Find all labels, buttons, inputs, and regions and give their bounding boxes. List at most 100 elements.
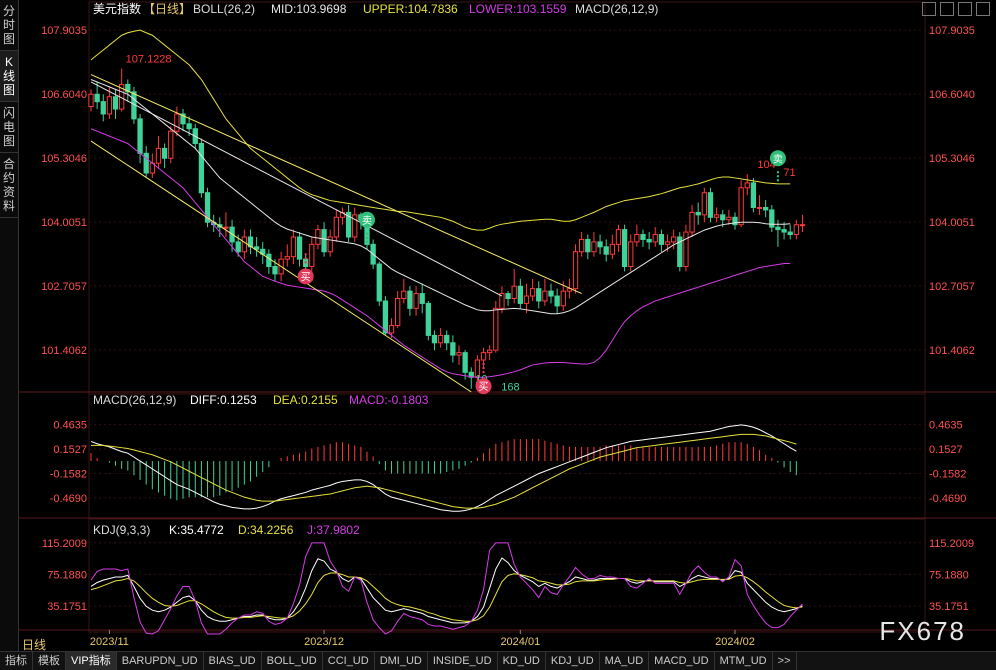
bottom-tab-5[interactable]: BOLL_UD [262, 652, 323, 670]
bottom-tab-8[interactable]: INSIDE_UD [428, 652, 498, 670]
main-ytick-left-5: 101.4062 [41, 345, 87, 357]
x-tick-2: 2024/01 [500, 636, 540, 648]
signal-arrow-dot [304, 257, 307, 260]
kdj-ytick-left-1: 75.1880 [47, 569, 87, 581]
candle-body [333, 216, 339, 238]
signal-arrow-dot [482, 362, 485, 366]
bottom-tab-6[interactable]: CCI_UD [323, 652, 375, 670]
candle-body [425, 302, 431, 336]
main-ytick-right-2: 105.3046 [929, 153, 975, 165]
signal-arrow-dot [776, 171, 780, 174]
candle-body [750, 182, 757, 208]
candle-body [309, 243, 315, 268]
bottom-tab-2[interactable]: VIP指标 [66, 652, 117, 670]
candle-body [628, 241, 634, 268]
main-legend-4: MACD(26,12,9) [575, 2, 658, 16]
left-rail: 分时图K线图闪电图合约资料 [0, 0, 19, 651]
macd-ytick-right-3: -0.4690 [929, 493, 966, 505]
macd-legend-1: DIFF:0.1253 [190, 393, 257, 407]
candle-body [241, 236, 247, 253]
chart-area[interactable]: 107.9035 107.9035 106.6040 106.6040 105.3046… [19, 0, 996, 651]
rail-tab-3[interactable]: 合约资料 [0, 153, 18, 218]
main-period: 【日线】 [143, 2, 191, 16]
expand-icon[interactable] [922, 2, 936, 16]
main-ytick-right-0: 107.9035 [929, 25, 975, 37]
candle-body [456, 352, 462, 356]
signal-arrow-dot [365, 236, 369, 239]
signal-arrow-dot [365, 240, 369, 243]
bottom-tab-13[interactable]: MTM_UD [715, 652, 773, 670]
candle-body [720, 214, 726, 221]
grid-icon[interactable] [940, 2, 954, 16]
signal-arrow-dot [482, 370, 485, 374]
candle-body [695, 211, 701, 216]
kdj-ytick-right-0: 115.2009 [929, 538, 974, 550]
bottom-tab-0[interactable]: 指标 [0, 652, 33, 670]
candle-body [732, 216, 738, 226]
candle-body [621, 229, 628, 268]
macd-ytick-left-3: -0.4690 [50, 493, 87, 505]
bottom-tab-1[interactable]: 模板 [33, 652, 66, 670]
kdj-ytick-left-2: 35.1751 [47, 601, 87, 613]
x-tick-0: 2023/11 [90, 636, 129, 648]
candle-body [756, 206, 763, 209]
bottom-tab-9[interactable]: KD_UD [498, 652, 546, 670]
candle-body [395, 298, 401, 327]
rail-tab-1[interactable]: K线图 [0, 51, 18, 102]
candle-body [487, 349, 493, 354]
bottom-tab-3[interactable]: BARUPDN_UD [117, 652, 204, 670]
main-ytick-right-5: 101.4062 [929, 345, 975, 357]
rail-tab-0[interactable]: 分时图 [0, 0, 18, 51]
signal-arrow-dot [304, 261, 307, 264]
main-panel [88, 1, 926, 395]
candle-body [683, 231, 689, 268]
kdj-ytick-left-0: 115.2009 [42, 538, 87, 550]
macd-legend-0: MACD(26,12,9) [93, 393, 176, 407]
candle-body [174, 113, 180, 132]
candle-body [143, 152, 149, 174]
candle-body [609, 243, 615, 255]
candle-body [787, 231, 793, 236]
candle-body [579, 238, 585, 253]
annotation-suffix-1: 168 [501, 382, 519, 394]
candle-body [100, 101, 106, 115]
kdj-ytick-right-2: 35.1751 [929, 601, 969, 613]
main-legend-1: MID:103.9698 [271, 2, 347, 16]
candle-body [744, 182, 750, 189]
trendline-1 [90, 81, 503, 297]
candle-body [419, 293, 425, 304]
candle-body [529, 288, 536, 297]
candle-body [554, 295, 560, 307]
macd-ytick-left-1: 0.1527 [53, 444, 87, 456]
bottom-tab-4[interactable]: BIAS_UD [204, 652, 262, 670]
candle-body [444, 334, 450, 344]
window-icon[interactable] [958, 2, 972, 16]
signal-arrow-dot [304, 253, 307, 256]
candle-body [223, 226, 229, 229]
candle-body [137, 118, 143, 154]
candle-body [401, 290, 407, 299]
kdj-j-line [90, 542, 803, 635]
close-icon[interactable] [976, 2, 990, 16]
rail-tab-2[interactable]: 闪电图 [0, 102, 18, 153]
main-ytick-left-3: 104.0051 [41, 217, 87, 229]
candle-body [450, 342, 456, 356]
candle-body [413, 293, 419, 309]
candle-body [775, 226, 781, 231]
bottom-tab-10[interactable]: KDJ_UD [546, 652, 600, 670]
signal-arrow-dot [776, 175, 780, 178]
bottom-tab-11[interactable]: MA_UD [600, 652, 650, 670]
candle-body [793, 224, 799, 236]
candle-body [560, 290, 566, 307]
macd-ytick-left-2: -0.1582 [50, 468, 87, 480]
candle-body [713, 214, 720, 218]
bottom-tab-14[interactable]: >> [773, 652, 797, 670]
signal-label-1: 卖 [362, 215, 372, 227]
bottom-tab-12[interactable]: MACD_UD [649, 652, 715, 670]
candle-body [168, 130, 174, 159]
candle-body [799, 224, 806, 227]
kdj-legend-1: K:35.4772 [169, 523, 224, 537]
bottom-tab-7[interactable]: DMI_UD [375, 652, 428, 670]
candle-body [155, 147, 162, 164]
candle-body [781, 229, 787, 233]
